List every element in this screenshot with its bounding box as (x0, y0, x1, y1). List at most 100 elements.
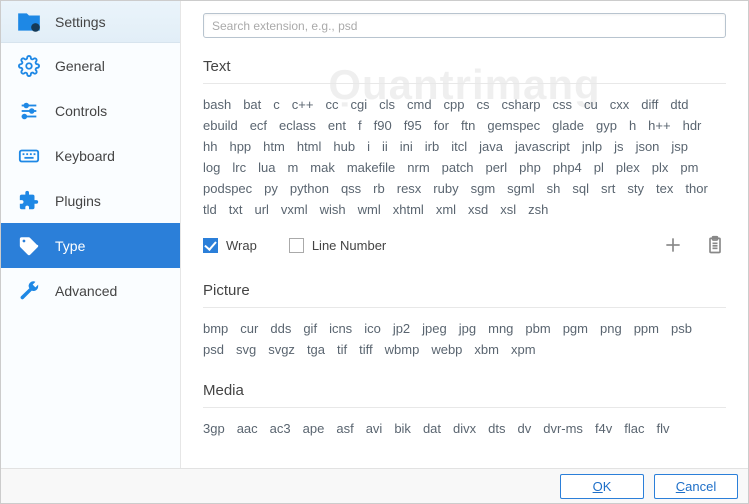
extension-tag[interactable]: cc (325, 94, 338, 115)
extension-tag[interactable]: csharp (502, 94, 541, 115)
extension-tag[interactable]: irb (425, 136, 439, 157)
extension-tag[interactable]: xsd (468, 199, 488, 220)
extension-tag[interactable]: h++ (648, 115, 670, 136)
extension-tag[interactable]: resx (397, 178, 422, 199)
extension-tag[interactable]: svgz (268, 339, 295, 360)
extension-tag[interactable]: xsl (500, 199, 516, 220)
extension-tag[interactable]: bat (243, 94, 261, 115)
extension-tag[interactable]: tex (656, 178, 673, 199)
extension-tag[interactable]: tga (307, 339, 325, 360)
extension-tag[interactable]: wml (358, 199, 381, 220)
extension-tag[interactable]: java (479, 136, 503, 157)
extension-tag[interactable]: f95 (404, 115, 422, 136)
extension-tag[interactable]: makefile (347, 157, 395, 178)
extension-tag[interactable]: cls (379, 94, 395, 115)
extension-tag[interactable]: dvr-ms (543, 418, 583, 439)
extension-tag[interactable]: dat (423, 418, 441, 439)
extension-tag[interactable]: css (553, 94, 573, 115)
sidebar-item-controls[interactable]: Controls (1, 88, 180, 133)
extension-tag[interactable]: html (297, 136, 322, 157)
extension-tag[interactable]: txt (229, 199, 243, 220)
extension-tag[interactable]: cs (477, 94, 490, 115)
extension-tag[interactable]: xhtml (393, 199, 424, 220)
cancel-button[interactable]: Cancel (654, 474, 738, 499)
line-number-checkbox[interactable] (289, 238, 304, 253)
extension-tag[interactable]: flac (624, 418, 644, 439)
extension-tag[interactable]: dts (488, 418, 505, 439)
extension-tag[interactable]: asf (336, 418, 353, 439)
extension-tag[interactable]: diff (641, 94, 658, 115)
extension-tag[interactable]: py (264, 178, 278, 199)
extension-tag[interactable]: svg (236, 339, 256, 360)
extension-tag[interactable]: gyp (596, 115, 617, 136)
extension-tag[interactable]: tld (203, 199, 217, 220)
extension-tag[interactable]: i (367, 136, 370, 157)
extension-tag[interactable]: png (600, 318, 622, 339)
extension-tag[interactable]: dtd (670, 94, 688, 115)
extension-tag[interactable]: pbm (525, 318, 550, 339)
extension-tag[interactable]: for (434, 115, 449, 136)
extension-tag[interactable]: nrm (407, 157, 429, 178)
ok-button[interactable]: OK (560, 474, 644, 499)
sidebar-item-general[interactable]: General (1, 43, 180, 88)
extension-tag[interactable]: divx (453, 418, 476, 439)
wrap-checkbox[interactable] (203, 238, 218, 253)
extension-tag[interactable]: ii (382, 136, 388, 157)
extension-tag[interactable]: cpp (444, 94, 465, 115)
extension-tag[interactable]: ecf (250, 115, 267, 136)
extension-tag[interactable]: bik (394, 418, 411, 439)
extension-tag[interactable]: glade (552, 115, 584, 136)
extension-tag[interactable]: lrc (232, 157, 246, 178)
extension-tag[interactable]: hpp (229, 136, 251, 157)
extension-tag[interactable]: hdr (683, 115, 702, 136)
extension-tag[interactable]: gif (303, 318, 317, 339)
extension-tag[interactable]: php4 (553, 157, 582, 178)
content-scroll[interactable]: Text bashbatcc++cccgiclscmdcppcscsharpcs… (181, 38, 748, 468)
extension-tag[interactable]: url (254, 199, 268, 220)
extension-tag[interactable]: sh (547, 178, 561, 199)
extension-tag[interactable]: itcl (451, 136, 467, 157)
extension-tag[interactable]: tiff (359, 339, 373, 360)
extension-tag[interactable]: python (290, 178, 329, 199)
extension-tag[interactable]: lua (258, 157, 275, 178)
extension-tag[interactable]: eclass (279, 115, 316, 136)
extension-tag[interactable]: ebuild (203, 115, 238, 136)
extension-tag[interactable]: ico (364, 318, 381, 339)
extension-tag[interactable]: rb (373, 178, 385, 199)
extension-tag[interactable]: sql (572, 178, 589, 199)
extension-tag[interactable]: htm (263, 136, 285, 157)
extension-tag[interactable]: cxx (610, 94, 630, 115)
extension-tag[interactable]: cmd (407, 94, 432, 115)
extension-tag[interactable]: pgm (563, 318, 588, 339)
sidebar-item-type[interactable]: Type (1, 223, 180, 268)
extension-tag[interactable]: srt (601, 178, 615, 199)
extension-tag[interactable]: javascript (515, 136, 570, 157)
extension-tag[interactable]: psb (671, 318, 692, 339)
extension-tag[interactable]: ruby (433, 178, 458, 199)
extension-tag[interactable]: tif (337, 339, 347, 360)
extension-tag[interactable]: js (614, 136, 623, 157)
extension-tag[interactable]: sgml (507, 178, 534, 199)
extension-tag[interactable]: ac3 (270, 418, 291, 439)
extension-tag[interactable]: hub (333, 136, 355, 157)
plus-icon[interactable] (662, 234, 684, 256)
extension-tag[interactable]: xml (436, 199, 456, 220)
extension-tag[interactable]: json (636, 136, 660, 157)
extension-tag[interactable]: m (287, 157, 298, 178)
extension-tag[interactable]: vxml (281, 199, 308, 220)
extension-tag[interactable]: cu (584, 94, 598, 115)
extension-tag[interactable]: f (358, 115, 362, 136)
extension-tag[interactable]: perl (485, 157, 507, 178)
extension-tag[interactable]: mng (488, 318, 513, 339)
extension-tag[interactable]: pl (594, 157, 604, 178)
sidebar-item-advanced[interactable]: Advanced (1, 268, 180, 313)
extension-tag[interactable]: plex (616, 157, 640, 178)
extension-tag[interactable]: ftn (461, 115, 475, 136)
extension-tag[interactable]: zsh (528, 199, 548, 220)
extension-tag[interactable]: podspec (203, 178, 252, 199)
extension-tag[interactable]: ini (400, 136, 413, 157)
extension-tag[interactable]: f90 (374, 115, 392, 136)
extension-tag[interactable]: cgi (350, 94, 367, 115)
extension-tag[interactable]: avi (366, 418, 383, 439)
extension-tag[interactable]: plx (652, 157, 669, 178)
